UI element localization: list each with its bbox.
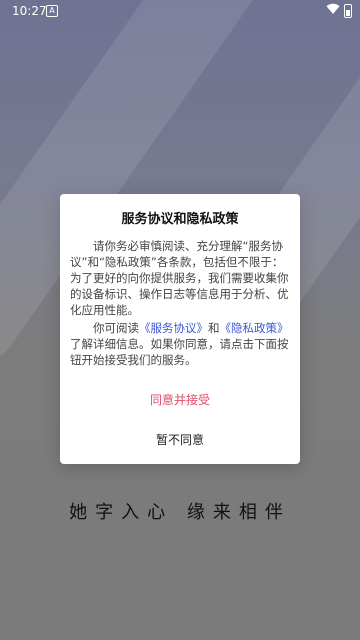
dialog-title: 服务协议和隐私政策 — [121, 212, 239, 227]
dialog-paragraph-1: 请你务必审慎阅读、充分理解“服务协议”和“隐私政策”各条款，包括但不限于：为了更… — [70, 239, 289, 317]
agree-button[interactable]: 同意并接受 — [60, 391, 300, 408]
dialog-body: 请你务必审慎阅读、充分理解“服务协议”和“隐私政策”各条款，包括但不限于：为了更… — [70, 238, 290, 370]
wifi-icon — [326, 3, 340, 15]
privacy-dialog: 服务协议和隐私政策 请你务必审慎阅读、充分理解“服务协议”和“隐私政策”各条款，… — [60, 194, 300, 464]
dialog-paragraph-2: 你可阅读《服务协议》和《隐私政策》了解详细信息。如果你同意，请点击下面按钮开始接… — [70, 320, 290, 368]
battery-icon — [344, 4, 352, 18]
service-agreement-link[interactable]: 《服务协议》 — [139, 321, 208, 335]
status-bar: 10:27 A — [0, 0, 360, 24]
disagree-button[interactable]: 暂不同意 — [60, 431, 300, 448]
notification-a-icon: A — [46, 5, 58, 17]
p2-suffix: 了解详细信息。如果你同意，请点击下面按钮开始接受我们的服务。 — [70, 337, 289, 367]
app-slogan: 她字入心 缘来相伴 — [69, 502, 291, 523]
privacy-policy-link[interactable]: 《隐私政策》 — [220, 321, 289, 335]
p2-prefix: 你可阅读 — [93, 321, 139, 335]
p2-and: 和 — [208, 321, 220, 335]
status-time: 10:27 — [12, 4, 47, 18]
